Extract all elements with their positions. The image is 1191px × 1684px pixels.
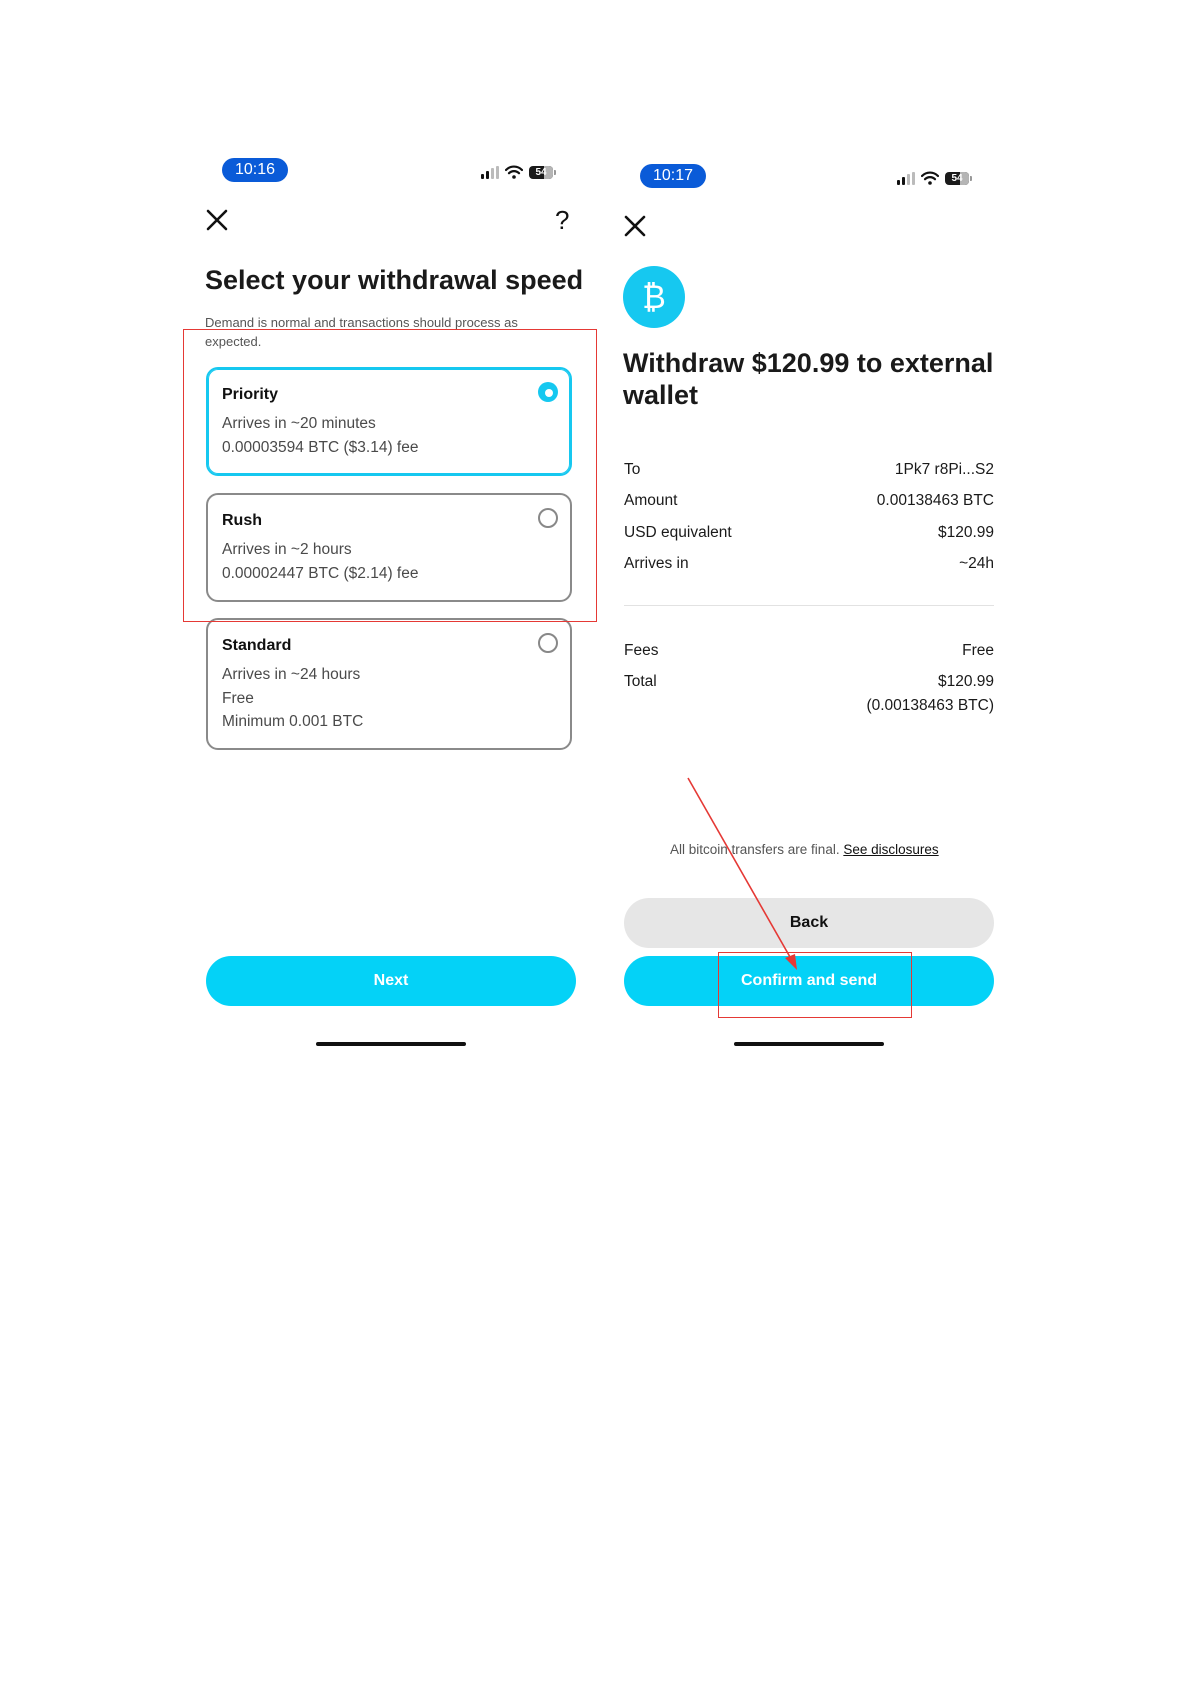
home-indicator [734,1042,884,1046]
annotation-arrow-icon [687,777,797,970]
